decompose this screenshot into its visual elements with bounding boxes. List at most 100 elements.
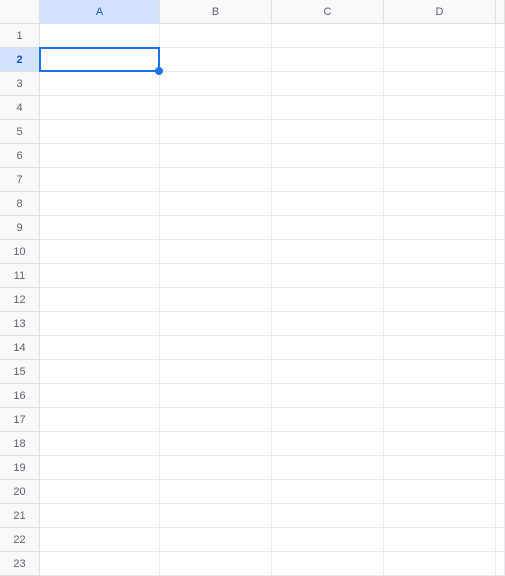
- row-header-3[interactable]: 3: [0, 72, 40, 96]
- cell-c14[interactable]: [272, 336, 384, 360]
- cell-a10[interactable]: [40, 240, 160, 264]
- cell-c16[interactable]: [272, 384, 384, 408]
- cell-d18[interactable]: [384, 432, 496, 456]
- cell-d14[interactable]: [384, 336, 496, 360]
- cell-partial[interactable]: [496, 360, 505, 384]
- column-header-d[interactable]: D: [384, 0, 496, 24]
- cell-b16[interactable]: [160, 384, 272, 408]
- cell-b21[interactable]: [160, 504, 272, 528]
- cell-c12[interactable]: [272, 288, 384, 312]
- cell-c18[interactable]: [272, 432, 384, 456]
- cell-partial[interactable]: [496, 192, 505, 216]
- cell-partial[interactable]: [496, 384, 505, 408]
- cell-d5[interactable]: [384, 120, 496, 144]
- row-header-20[interactable]: 20: [0, 480, 40, 504]
- cell-b1[interactable]: [160, 24, 272, 48]
- cell-c20[interactable]: [272, 480, 384, 504]
- cell-c4[interactable]: [272, 96, 384, 120]
- cell-partial[interactable]: [496, 24, 505, 48]
- cell-b7[interactable]: [160, 168, 272, 192]
- cell-a14[interactable]: [40, 336, 160, 360]
- cell-d12[interactable]: [384, 288, 496, 312]
- cell-a19[interactable]: [40, 456, 160, 480]
- cell-a11[interactable]: [40, 264, 160, 288]
- cell-partial[interactable]: [496, 120, 505, 144]
- cell-d9[interactable]: [384, 216, 496, 240]
- cell-d11[interactable]: [384, 264, 496, 288]
- cell-d15[interactable]: [384, 360, 496, 384]
- cell-b22[interactable]: [160, 528, 272, 552]
- cell-d6[interactable]: [384, 144, 496, 168]
- cell-b18[interactable]: [160, 432, 272, 456]
- cell-d16[interactable]: [384, 384, 496, 408]
- cell-b14[interactable]: [160, 336, 272, 360]
- cell-d2[interactable]: [384, 48, 496, 72]
- cell-partial[interactable]: [496, 336, 505, 360]
- cell-a3[interactable]: [40, 72, 160, 96]
- column-header-b[interactable]: B: [160, 0, 272, 24]
- cell-c10[interactable]: [272, 240, 384, 264]
- row-header-14[interactable]: 14: [0, 336, 40, 360]
- row-header-5[interactable]: 5: [0, 120, 40, 144]
- cell-a16[interactable]: [40, 384, 160, 408]
- row-header-6[interactable]: 6: [0, 144, 40, 168]
- cell-a17[interactable]: [40, 408, 160, 432]
- row-header-16[interactable]: 16: [0, 384, 40, 408]
- cell-a5[interactable]: [40, 120, 160, 144]
- cell-a18[interactable]: [40, 432, 160, 456]
- cell-partial[interactable]: [496, 48, 505, 72]
- cell-c3[interactable]: [272, 72, 384, 96]
- row-header-10[interactable]: 10: [0, 240, 40, 264]
- cell-d20[interactable]: [384, 480, 496, 504]
- cell-partial[interactable]: [496, 312, 505, 336]
- cell-partial[interactable]: [496, 264, 505, 288]
- fill-handle[interactable]: [155, 67, 163, 75]
- cell-b23[interactable]: [160, 552, 272, 576]
- cell-d13[interactable]: [384, 312, 496, 336]
- cell-b17[interactable]: [160, 408, 272, 432]
- cell-c2[interactable]: [272, 48, 384, 72]
- cell-c17[interactable]: [272, 408, 384, 432]
- cell-a9[interactable]: [40, 216, 160, 240]
- cell-d21[interactable]: [384, 504, 496, 528]
- cell-b5[interactable]: [160, 120, 272, 144]
- cell-d17[interactable]: [384, 408, 496, 432]
- column-header-c[interactable]: C: [272, 0, 384, 24]
- cell-c6[interactable]: [272, 144, 384, 168]
- row-header-22[interactable]: 22: [0, 528, 40, 552]
- cell-d8[interactable]: [384, 192, 496, 216]
- cell-partial[interactable]: [496, 552, 505, 576]
- row-header-2[interactable]: 2: [0, 48, 40, 72]
- cell-b2[interactable]: [160, 48, 272, 72]
- cell-c13[interactable]: [272, 312, 384, 336]
- cell-b20[interactable]: [160, 480, 272, 504]
- cell-a20[interactable]: [40, 480, 160, 504]
- cell-partial[interactable]: [496, 96, 505, 120]
- row-header-1[interactable]: 1: [0, 24, 40, 48]
- cell-a13[interactable]: [40, 312, 160, 336]
- cell-partial[interactable]: [496, 456, 505, 480]
- cell-d7[interactable]: [384, 168, 496, 192]
- cell-a4[interactable]: [40, 96, 160, 120]
- row-header-4[interactable]: 4: [0, 96, 40, 120]
- row-header-23[interactable]: 23: [0, 552, 40, 576]
- select-all-corner[interactable]: [0, 0, 40, 24]
- cell-b4[interactable]: [160, 96, 272, 120]
- cell-c7[interactable]: [272, 168, 384, 192]
- cell-partial[interactable]: [496, 528, 505, 552]
- cell-partial[interactable]: [496, 72, 505, 96]
- cell-partial[interactable]: [496, 144, 505, 168]
- row-header-19[interactable]: 19: [0, 456, 40, 480]
- row-header-13[interactable]: 13: [0, 312, 40, 336]
- cell-b13[interactable]: [160, 312, 272, 336]
- cell-a15[interactable]: [40, 360, 160, 384]
- cell-d4[interactable]: [384, 96, 496, 120]
- column-header-partial[interactable]: [496, 0, 505, 24]
- cell-c8[interactable]: [272, 192, 384, 216]
- cell-a23[interactable]: [40, 552, 160, 576]
- cell-d23[interactable]: [384, 552, 496, 576]
- cell-c15[interactable]: [272, 360, 384, 384]
- cell-d10[interactable]: [384, 240, 496, 264]
- cell-c22[interactable]: [272, 528, 384, 552]
- cell-b8[interactable]: [160, 192, 272, 216]
